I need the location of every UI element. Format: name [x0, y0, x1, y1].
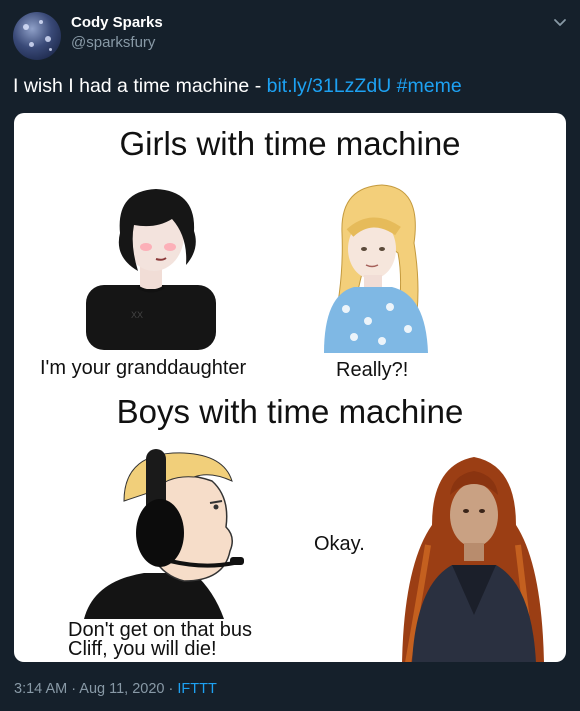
tweet-link[interactable]: bit.ly/31LzZdU — [267, 75, 392, 97]
caption-okay: Okay. — [314, 533, 365, 555]
tweet-body: I wish I had a time machine - — [13, 75, 267, 97]
caption-dont-get-on-bus: Don't get on that bus Cliff, you will di… — [68, 620, 252, 660]
hashtag-link[interactable]: #meme — [397, 75, 462, 97]
tweet-text: I wish I had a time machine - bit.ly/31L… — [13, 75, 462, 98]
author-name[interactable]: Cody Sparks — [71, 14, 163, 31]
author-handle[interactable]: @sparksfury — [71, 34, 155, 51]
caption-granddaughter: I'm your granddaughter — [40, 357, 247, 379]
meme-heading-girls: Girls with time machine — [119, 125, 461, 162]
chevron-down-icon[interactable] — [550, 12, 570, 32]
meta-separator: · — [164, 681, 178, 697]
svg-text:XX: XX — [131, 310, 143, 320]
tweet-header: Cody Sparks @sparksfury — [0, 0, 580, 70]
tweet-time[interactable]: 3:14 AM — [14, 681, 67, 697]
blonde-girl-illustration — [324, 184, 428, 353]
tweet-date[interactable]: Aug 11, 2020 — [79, 681, 164, 697]
tweet-meta: 3:14 AM · Aug 11, 2020 · IFTTT — [14, 681, 217, 697]
avatar[interactable] — [13, 12, 61, 60]
caption-line-2: Cliff, you will die! — [68, 638, 217, 660]
meme-heading-boys: Boys with time machine — [116, 393, 464, 430]
meta-separator: · — [67, 681, 80, 697]
headset-boy-illustration — [84, 449, 244, 619]
caption-really: Really?! — [336, 359, 409, 381]
goth-girl-illustration: XX — [86, 189, 216, 350]
long-haired-man-photo — [402, 457, 544, 662]
tweet-image[interactable]: Girls with time machine XX I'm your gran… — [14, 113, 566, 662]
tweet-source[interactable]: IFTTT — [177, 681, 216, 697]
